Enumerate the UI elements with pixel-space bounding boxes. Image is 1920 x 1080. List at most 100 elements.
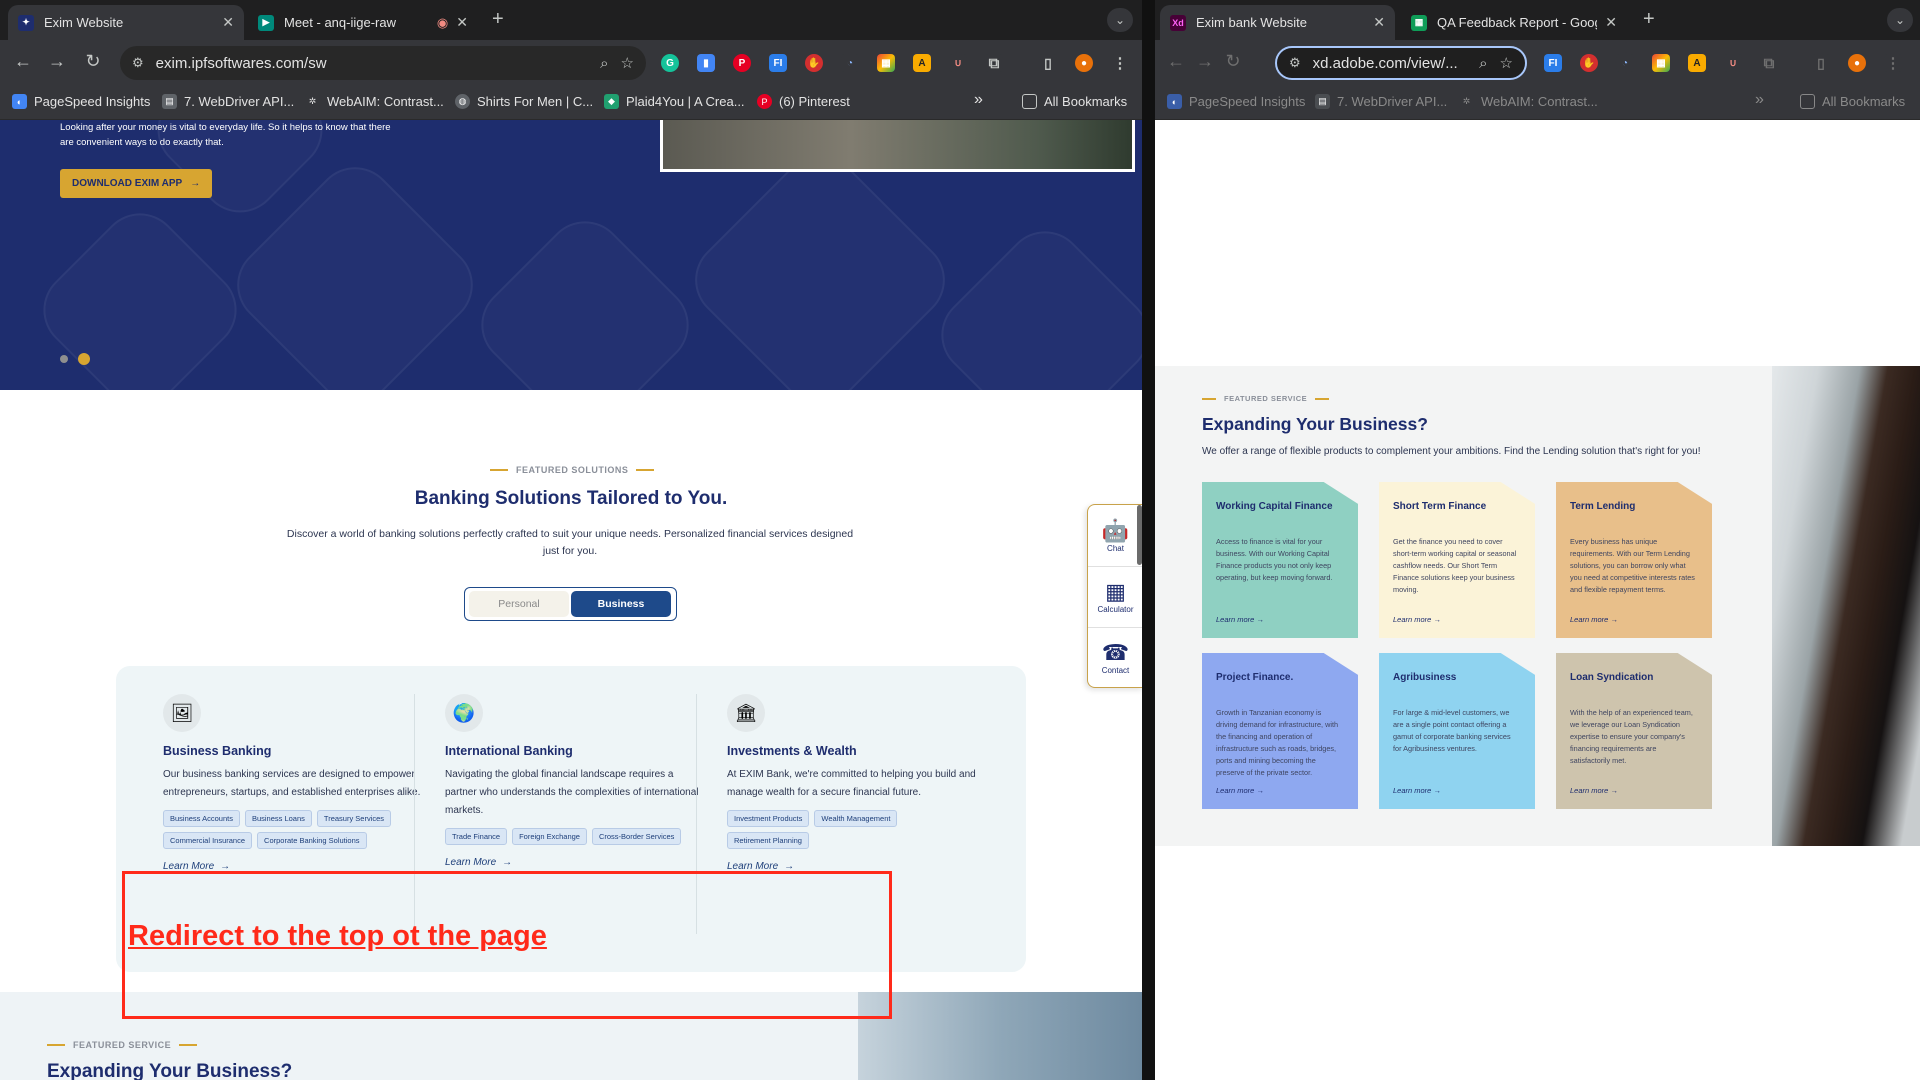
pinterest-extension-icon[interactable]: P [733,54,751,72]
grammarly-icon[interactable]: G [661,54,679,72]
side-panel-icon[interactable]: ▯ [1039,54,1057,72]
tab-search-chevron-icon[interactable]: ⌄ [1887,8,1913,32]
magnet-extension-icon[interactable]: ∪ [949,54,967,72]
reload-icon[interactable]: ↻ [82,51,104,72]
new-tab-button[interactable]: + [1643,8,1655,31]
calculator-widget-button[interactable]: ▦ Calculator [1088,566,1142,626]
service-card[interactable]: Agribusiness For large & mid-level custo… [1379,653,1535,809]
close-tab-icon[interactable]: ✕ [456,14,468,31]
tag-chip[interactable]: Commercial Insurance [163,832,253,849]
column-description: Our business banking services are design… [163,769,421,798]
chat-widget-button[interactable]: 🤖 Chat [1088,505,1142,565]
card-learn-more-link[interactable]: Learn more → [1216,615,1264,624]
service-card[interactable]: Project Finance. Growth in Tanzanian eco… [1202,653,1358,809]
search-extension-icon[interactable]: ◔ [841,54,859,72]
card-learn-more-link[interactable]: Learn more → [1393,615,1441,624]
more-bookmarks-button[interactable]: » [974,91,983,109]
card-learn-more-link[interactable]: Learn more → [1216,786,1264,795]
tag-chip[interactable]: Corporate Banking Solutions [257,832,367,849]
card-title: Project Finance. [1216,672,1294,683]
a-extension-icon[interactable]: A [913,54,931,72]
contact-widget-button[interactable]: ☎ Contact [1088,627,1142,687]
tag-chip[interactable]: Business Loans [244,810,312,827]
tab-qa-feedback-report[interactable]: ▦ QA Feedback Report - Googl ✕ [1401,5,1627,40]
tag-chip[interactable]: Cross-Border Services [591,828,682,845]
docs-extension-icon[interactable]: ▮ [697,54,715,72]
phone-icon: ☎ [1101,640,1130,665]
color-extension-icon[interactable]: ▦ [1652,54,1670,72]
service-card[interactable]: Working Capital Finance Access to financ… [1202,482,1358,638]
card-learn-more-link[interactable]: Learn more → [1570,615,1618,624]
bookmark-item[interactable]: ✲ WebAIM: Contrast... [305,94,444,109]
download-app-button[interactable]: DOWNLOAD EXIM APP → [60,169,213,198]
adblock-icon[interactable]: ✋ [1580,54,1598,72]
bookmark-item[interactable]: ◆ Plaid4You | A Crea... [604,94,745,109]
bookmark-item[interactable]: ✲ WebAIM: Contrast... [1459,94,1598,109]
bookmark-item[interactable]: ◐ PageSpeed Insights [12,94,150,109]
close-tab-icon[interactable]: ✕ [1605,14,1617,31]
kebab-menu-icon[interactable]: ⋮ [1884,54,1902,72]
tab-search-chevron-icon[interactable]: ⌄ [1107,8,1133,32]
search-extension-icon[interactable]: ◔ [1616,54,1634,72]
zoom-icon[interactable]: ⌕ [600,55,608,72]
bookmark-item[interactable]: ▤ 7. WebDriver API... [1315,94,1447,109]
tab-exim-website[interactable]: ✦ Exim Website ✕ [8,5,244,40]
address-bar[interactable]: ⚙ exim.ipfsoftwares.com/sw ⌕ ☆ [120,46,646,80]
all-bookmarks-button[interactable]: All Bookmarks [1800,94,1905,109]
tag-chip[interactable]: Trade Finance [445,828,508,845]
service-card[interactable]: Loan Syndication With the help of an exp… [1556,653,1712,809]
back-arrow-icon[interactable]: ← [12,51,34,72]
tag-chip[interactable]: Foreign Exchange [512,828,587,845]
tag-chip[interactable]: Retirement Planning [727,832,809,849]
a-extension-icon[interactable]: A [1688,54,1706,72]
puzzle-extensions-icon[interactable]: ⧉ [1760,54,1778,72]
puzzle-extensions-icon[interactable]: ⧉ [985,54,1003,72]
fi-extension-icon[interactable]: FI [1544,54,1562,72]
new-tab-button[interactable]: + [492,8,504,31]
bookmark-item[interactable]: ▤ 7. WebDriver API... [162,94,294,109]
bookmark-item[interactable]: ◐ PageSpeed Insights [1167,94,1305,109]
section-eyebrow: FEATURED SOLUTIONS [490,465,655,475]
adblock-icon[interactable]: ✋ [805,54,823,72]
tag-chip[interactable]: Business Accounts [163,810,240,827]
service-card[interactable]: Term Lending Every business has unique r… [1556,482,1712,638]
forward-arrow-icon[interactable]: → [46,51,68,72]
profile-avatar-icon[interactable]: ● [1848,54,1866,72]
bookmark-item[interactable]: ◍ Shirts For Men | C... [455,94,593,109]
tab-exim-bank-xd[interactable]: Xd Exim bank Website ✕ [1160,5,1395,40]
bookmark-item[interactable]: P (6) Pinterest [757,94,850,109]
card-learn-more-link[interactable]: Learn more → [1393,786,1441,795]
tag-chip[interactable]: Treasury Services [316,810,392,827]
all-bookmarks-button[interactable]: All Bookmarks [1022,94,1127,109]
forward-arrow-icon[interactable]: → [1194,51,1216,72]
site-settings-icon[interactable]: ⚙ [1289,55,1301,71]
tab-google-meet[interactable]: ▶ Meet - anq-iige-raw ◉ ✕ [248,5,478,40]
address-bar[interactable]: ⚙ xd.adobe.com/view/... ⌕ ☆ [1275,46,1527,80]
fi-extension-icon[interactable]: FI [769,54,787,72]
profile-avatar-icon[interactable]: ● [1075,54,1093,72]
magnet-extension-icon[interactable]: ∪ [1724,54,1742,72]
tag-chip[interactable]: Wealth Management [814,810,898,827]
card-learn-more-link[interactable]: Learn more → [1570,786,1618,795]
learn-more-link[interactable]: Learn More → [445,857,705,868]
close-tab-icon[interactable]: ✕ [1373,14,1385,31]
more-bookmarks-button[interactable]: » [1755,91,1764,109]
toggle-personal[interactable]: Personal [469,591,569,617]
carousel-dot-active[interactable] [78,353,90,365]
carousel-dot[interactable] [60,355,68,363]
bookmark-star-icon[interactable]: ☆ [621,54,634,72]
zoom-icon[interactable]: ⌕ [1479,55,1487,72]
arrow-right-icon: → [1256,615,1264,624]
folder-icon [1800,94,1815,109]
bookmark-star-icon[interactable]: ☆ [1500,54,1513,72]
toggle-business[interactable]: Business [571,591,671,617]
reload-icon[interactable]: ↻ [1222,51,1244,72]
side-panel-icon[interactable]: ▯ [1812,54,1830,72]
kebab-menu-icon[interactable]: ⋮ [1111,54,1129,72]
close-tab-icon[interactable]: ✕ [222,14,234,31]
service-card[interactable]: Short Term Finance Get the finance you n… [1379,482,1535,638]
color-extension-icon[interactable]: ▦ [877,54,895,72]
back-arrow-icon[interactable]: ← [1165,51,1187,72]
site-settings-icon[interactable]: ⚙ [132,55,144,71]
tag-chip[interactable]: Investment Products [727,810,810,827]
